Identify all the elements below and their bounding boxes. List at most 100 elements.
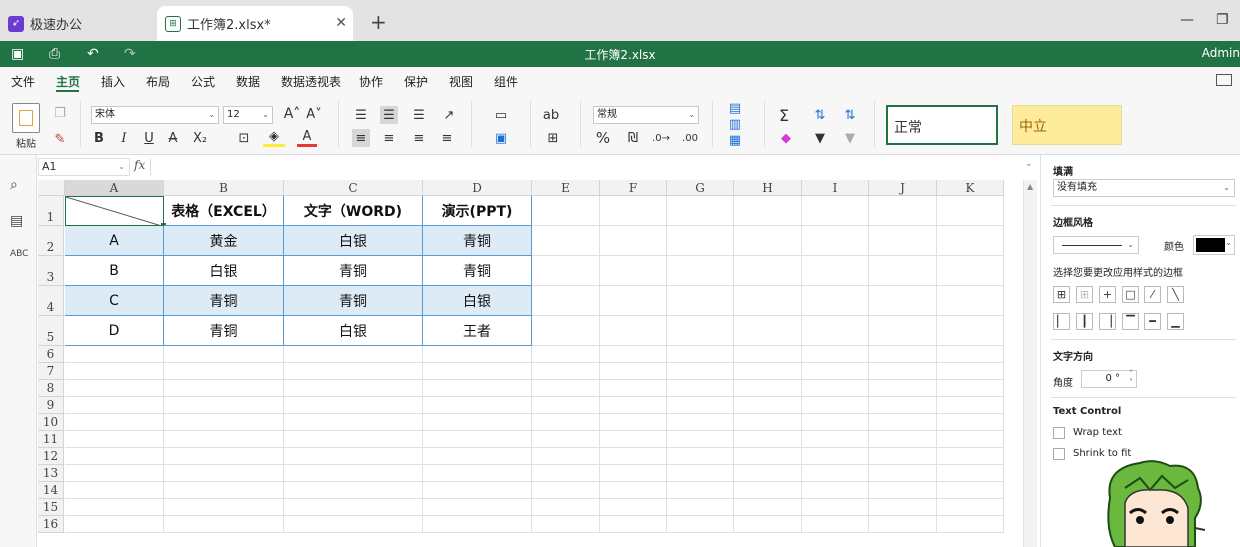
cell[interactable] <box>164 414 284 431</box>
spell-icon[interactable]: ab <box>542 106 560 124</box>
border-outer-icon[interactable]: □ <box>1122 286 1139 303</box>
cell[interactable] <box>869 363 937 380</box>
cell[interactable] <box>667 431 734 448</box>
formula-input[interactable] <box>150 158 1035 176</box>
cell[interactable] <box>937 482 1004 499</box>
clear-filter-icon[interactable]: ▼ <box>842 129 858 147</box>
cell[interactable] <box>423 482 532 499</box>
table-cell[interactable]: 白银 <box>164 256 284 286</box>
cell[interactable] <box>667 363 734 380</box>
cell[interactable] <box>802 226 869 256</box>
cell[interactable] <box>600 465 667 482</box>
cell[interactable] <box>869 482 937 499</box>
comment-icon[interactable]: ▤ <box>10 213 23 229</box>
cell[interactable] <box>600 363 667 380</box>
cell[interactable] <box>164 516 284 533</box>
row-header[interactable]: 6 <box>38 346 64 363</box>
cell[interactable] <box>65 414 164 431</box>
table-header-cell[interactable]: 文字（WORD) <box>284 196 423 226</box>
cell[interactable] <box>532 465 600 482</box>
row-header[interactable]: 4 <box>38 286 64 316</box>
table-cell[interactable]: C <box>65 286 164 316</box>
cell[interactable] <box>600 316 667 346</box>
minimize-button[interactable]: — <box>1180 12 1194 28</box>
restore-button[interactable]: ❐ <box>1216 12 1229 28</box>
cell[interactable] <box>667 256 734 286</box>
menu-components[interactable]: 组件 <box>494 73 518 90</box>
tab-workbook[interactable]: ⊞ 工作簿2.xlsx* ✕ <box>157 6 353 41</box>
insert-cells-icon[interactable]: ▤ <box>724 101 746 116</box>
row-header[interactable]: 12 <box>38 448 64 465</box>
cell[interactable] <box>667 482 734 499</box>
sort-asc-icon[interactable]: ⇅ <box>812 106 828 124</box>
cell[interactable] <box>532 196 600 226</box>
increase-font-icon[interactable]: A˄ <box>284 105 301 123</box>
cell[interactable] <box>802 286 869 316</box>
diagonal-header-cell[interactable] <box>65 196 166 228</box>
cell[interactable] <box>937 465 1004 482</box>
underline-icon[interactable]: U <box>142 129 156 147</box>
column-header[interactable]: B <box>164 180 284 196</box>
column-header[interactable]: K <box>937 180 1004 196</box>
column-header[interactable]: A <box>65 180 164 196</box>
table-cell[interactable]: A <box>65 226 164 256</box>
cell[interactable] <box>734 380 802 397</box>
cell[interactable] <box>532 256 600 286</box>
cell[interactable] <box>667 346 734 363</box>
cell[interactable] <box>802 196 869 226</box>
cell[interactable] <box>802 256 869 286</box>
cell[interactable] <box>734 286 802 316</box>
row-header[interactable]: 7 <box>38 363 64 380</box>
column-header[interactable]: F <box>600 180 667 196</box>
table-cell[interactable]: 黄金 <box>164 226 284 256</box>
cell[interactable] <box>802 346 869 363</box>
cell[interactable] <box>667 286 734 316</box>
cell[interactable] <box>937 196 1004 226</box>
menu-layout[interactable]: 布局 <box>146 73 170 90</box>
currency-icon[interactable]: ₪ <box>622 129 644 147</box>
filter-icon[interactable]: ▼ <box>812 129 828 147</box>
align-right-icon[interactable]: ≡ <box>410 129 428 147</box>
cell[interactable] <box>423 346 532 363</box>
cell[interactable] <box>423 414 532 431</box>
cell[interactable] <box>802 397 869 414</box>
select-all-corner[interactable] <box>38 180 65 196</box>
row-header[interactable]: 10 <box>38 414 64 431</box>
cell[interactable] <box>869 196 937 226</box>
cell[interactable] <box>667 465 734 482</box>
cell[interactable] <box>869 226 937 256</box>
cell[interactable] <box>937 363 1004 380</box>
cell[interactable] <box>284 397 423 414</box>
cell[interactable] <box>532 448 600 465</box>
border-all-icon[interactable]: ⊞ <box>1053 286 1070 303</box>
cell[interactable] <box>802 431 869 448</box>
cell[interactable] <box>734 482 802 499</box>
justify-icon[interactable]: ≡ <box>438 129 456 147</box>
cell[interactable] <box>937 431 1004 448</box>
table-cell[interactable]: 白银 <box>284 226 423 256</box>
cell[interactable] <box>734 465 802 482</box>
font-size-select[interactable]: 12 ⌄ <box>223 106 273 124</box>
border-vcenter-icon[interactable]: ┃ <box>1076 313 1093 330</box>
table-cell[interactable]: 白银 <box>284 316 423 346</box>
cell[interactable] <box>284 431 423 448</box>
cell[interactable] <box>600 226 667 256</box>
font-color-icon[interactable]: A <box>297 129 317 147</box>
menu-data[interactable]: 数据 <box>236 73 260 90</box>
cell[interactable] <box>869 286 937 316</box>
clear-icon[interactable]: ◆ <box>776 129 796 147</box>
cell[interactable] <box>734 316 802 346</box>
cell[interactable] <box>164 465 284 482</box>
border-inner-icon[interactable]: ⊞ <box>1076 286 1093 303</box>
border-hcenter-icon[interactable]: ━ <box>1144 313 1161 330</box>
cell[interactable] <box>734 448 802 465</box>
cell[interactable] <box>65 380 164 397</box>
increase-decimal-icon[interactable]: .0→ <box>652 129 670 147</box>
cell[interactable] <box>600 397 667 414</box>
cell[interactable] <box>869 397 937 414</box>
cell[interactable] <box>802 380 869 397</box>
copy-icon[interactable]: ❐ <box>52 105 68 121</box>
cell[interactable] <box>423 431 532 448</box>
cell[interactable] <box>802 482 869 499</box>
border-line-select[interactable]: ⌄ <box>1053 236 1139 254</box>
